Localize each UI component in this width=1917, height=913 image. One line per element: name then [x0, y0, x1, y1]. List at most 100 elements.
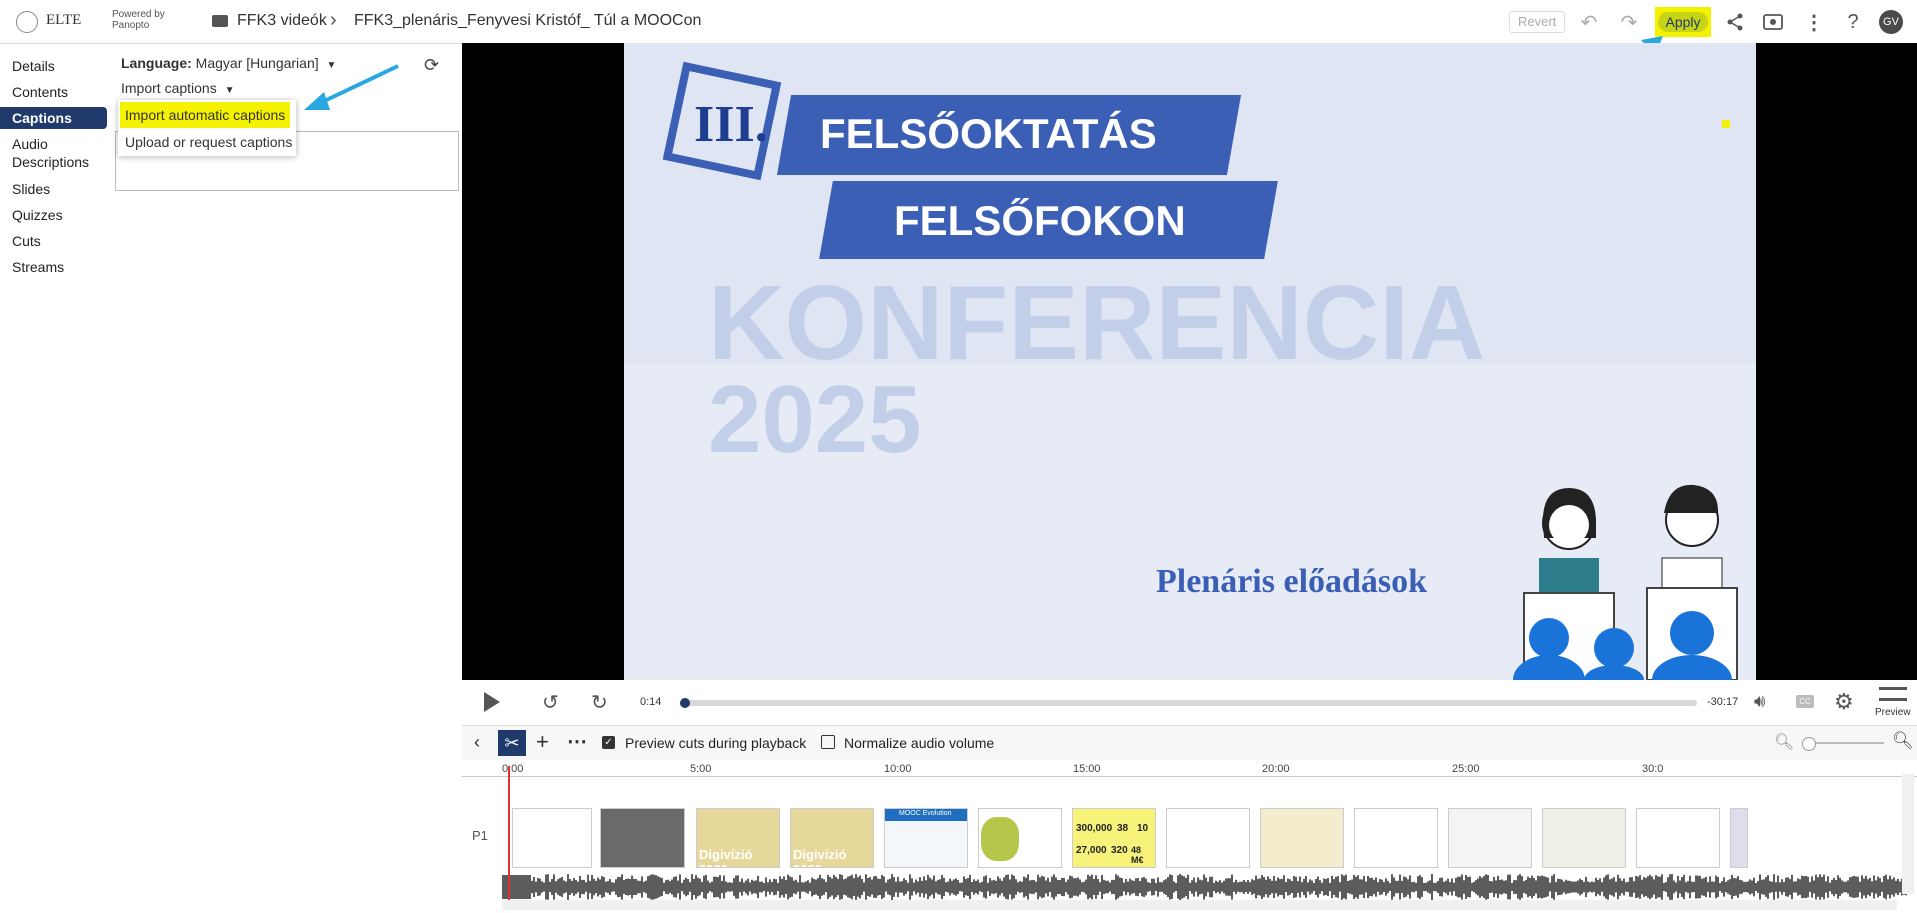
- settings-gear-icon[interactable]: ⚙: [1834, 689, 1854, 715]
- track-area[interactable]: Digivízió 2030 Digivízió 2030 MOOC Evolu…: [501, 780, 1917, 905]
- add-icon[interactable]: +: [536, 729, 549, 755]
- sidebar-item-captions[interactable]: Captions: [0, 107, 107, 129]
- timeline[interactable]: 0:00 5:00 10:00 15:00 20:00 25:00 30:0 P…: [462, 760, 1917, 913]
- apply-button[interactable]: Apply: [1658, 12, 1708, 32]
- session-title: FFK3_plenáris_Fenyvesi Kristóf_ Túl a MO…: [354, 12, 702, 29]
- slide-subtitle: Plenáris előadások: [1156, 563, 1428, 600]
- zoom-slider-handle[interactable]: [1802, 737, 1816, 751]
- slide-thumbnail[interactable]: [1730, 808, 1748, 868]
- breadcrumb-folder[interactable]: FFK3 videók: [237, 12, 327, 30]
- thumbnail-text: 27,000: [1076, 845, 1107, 856]
- sidebar-item-quizzes[interactable]: Quizzes: [0, 206, 107, 224]
- layout-icon[interactable]: [1879, 687, 1907, 701]
- language-label: Language:: [121, 55, 192, 71]
- caret-down-icon: ▼: [224, 85, 235, 96]
- chevron-right-icon: ›: [330, 9, 337, 31]
- slide-thumbnail[interactable]: [1166, 808, 1250, 868]
- volume-icon[interactable]: 🔊︎: [1754, 691, 1765, 712]
- play-icon[interactable]: [484, 692, 500, 712]
- timeline-ruler: 0:00 5:00 10:00 15:00 20:00 25:00 30:0: [462, 760, 1917, 777]
- sidebar-item-slides[interactable]: Slides: [0, 180, 107, 198]
- slide-line-1: FELSŐOKTATÁS: [820, 110, 1157, 157]
- powered-by-text: Powered by Panopto: [112, 9, 165, 31]
- thumbnail-text: MOOC Evolution: [899, 810, 952, 817]
- import-captions-menu: Import automatic captions Upload or requ…: [118, 100, 296, 156]
- tick-label: 25:00: [1452, 763, 1480, 775]
- preview-cuts-label: Preview cuts during playback: [625, 735, 807, 751]
- horizontal-scrollbar[interactable]: [502, 900, 1897, 910]
- playhead[interactable]: [508, 766, 510, 906]
- slide-thumbnail[interactable]: [1354, 808, 1438, 868]
- annotation-arrow-left: [304, 64, 399, 110]
- sidebar-item-details[interactable]: Details: [0, 57, 107, 75]
- thumbnail-text: Digivízió 2030: [793, 847, 847, 867]
- editor-toolbar: ‹ ✂ + ⋯ ✓ Preview cuts during playback N…: [462, 725, 1917, 762]
- yellow-marker: [1722, 120, 1730, 128]
- track-label: P1: [472, 828, 488, 843]
- normalize-audio-checkbox[interactable]: [821, 735, 835, 749]
- tick-label: 30:0: [1642, 763, 1664, 775]
- preview-eye-icon[interactable]: [1758, 7, 1788, 37]
- revert-button[interactable]: Revert: [1509, 11, 1566, 33]
- forward-10-icon[interactable]: ↻: [591, 690, 608, 715]
- logo-text: ELTE: [46, 12, 82, 28]
- tick-label: 20:00: [1262, 763, 1290, 775]
- current-time: 0:14: [640, 696, 662, 708]
- slide-thumbnail[interactable]: 300,000 38 10 27,000 320 48 M€: [1072, 808, 1156, 868]
- collapse-chevron-icon[interactable]: ‹: [474, 732, 480, 753]
- folder-icon: [212, 15, 228, 27]
- menu-item-upload-or-request-captions[interactable]: Upload or request captions: [120, 129, 297, 155]
- tick-label: 0:00: [502, 763, 524, 775]
- normalize-audio-label: Normalize audio volume: [844, 735, 995, 751]
- slide-thumbnail[interactable]: [1260, 808, 1344, 868]
- slide-thumbnail[interactable]: [1636, 808, 1720, 868]
- thumbnail-image: [981, 817, 1019, 861]
- sidebar-item-contents[interactable]: Contents: [0, 83, 107, 101]
- import-captions-dropdown[interactable]: Import captions ▼: [121, 80, 235, 96]
- thumbnail-text: 10: [1137, 823, 1149, 834]
- slide-line-2: FELSŐFOKON: [894, 197, 1186, 244]
- help-icon[interactable]: ?: [1838, 7, 1868, 37]
- zoom-in-icon[interactable]: 🔍︎: [1892, 731, 1914, 751]
- thumbnail-text: 48 M€: [1131, 845, 1144, 865]
- zoom-out-icon[interactable]: 🔍︎: [1774, 732, 1794, 752]
- tick-label: 15:00: [1073, 763, 1101, 775]
- tick-label: 10:00: [884, 763, 912, 775]
- slide-thumbnail[interactable]: MOOC Evolution: [884, 808, 968, 868]
- tick-label: 5:00: [690, 763, 712, 775]
- closed-captions-icon[interactable]: CC: [1796, 695, 1814, 708]
- sidebar-item-audio-descriptions[interactable]: Audio Descriptions: [0, 135, 110, 171]
- sidebar-item-cuts[interactable]: Cuts: [0, 232, 107, 250]
- slide-thumbnail[interactable]: Digivízió 2030: [696, 808, 780, 868]
- slide-thumbnail[interactable]: Digivízió 2030: [790, 808, 874, 868]
- sidebar-item-streams[interactable]: Streams: [0, 258, 107, 276]
- zoom-slider[interactable]: [1802, 737, 1884, 751]
- vertical-scrollbar[interactable]: [1902, 774, 1914, 894]
- player-controls: ↺ ↻ 0:14 -30:17 🔊︎ CC ⚙ Preview: [462, 680, 1917, 725]
- seek-bar[interactable]: [680, 698, 1697, 708]
- video-frame-slide: III. FELSŐOKTATÁS FELSŐFOKON KONFERENCIA…: [624, 43, 1756, 680]
- seek-handle[interactable]: [680, 698, 690, 708]
- more-horizontal-icon[interactable]: ⋯: [567, 729, 587, 754]
- thumbnail-text: 38: [1117, 823, 1129, 834]
- cut-scissors-icon[interactable]: ✂: [498, 730, 526, 756]
- slide-thumbnail[interactable]: [1542, 808, 1626, 868]
- remaining-time: -30:17: [1707, 696, 1739, 708]
- audio-waveform[interactable]: [501, 873, 1907, 901]
- share-icon[interactable]: [1720, 7, 1750, 37]
- slide-roman-numeral: III.: [694, 96, 768, 153]
- refresh-icon[interactable]: ⟳: [424, 55, 446, 77]
- rewind-10-icon[interactable]: ↺: [542, 690, 559, 715]
- import-captions-label: Import captions: [121, 80, 217, 96]
- slide-thumbnail[interactable]: [1448, 808, 1532, 868]
- slide-thumbnail[interactable]: [512, 808, 592, 868]
- avatar[interactable]: GV: [1879, 10, 1903, 34]
- thumbnail-text: 300,000: [1076, 823, 1113, 834]
- slide-thumbnail[interactable]: [600, 808, 685, 868]
- menu-item-import-automatic-captions[interactable]: Import automatic captions: [120, 102, 291, 128]
- more-vertical-icon[interactable]: ⋮: [1799, 7, 1829, 37]
- slide-thumbnail[interactable]: [978, 808, 1062, 868]
- speakers-illustration: [1513, 484, 1738, 680]
- preview-cuts-checkbox[interactable]: ✓: [602, 736, 615, 749]
- slide-big-text-2: 2025: [708, 366, 922, 473]
